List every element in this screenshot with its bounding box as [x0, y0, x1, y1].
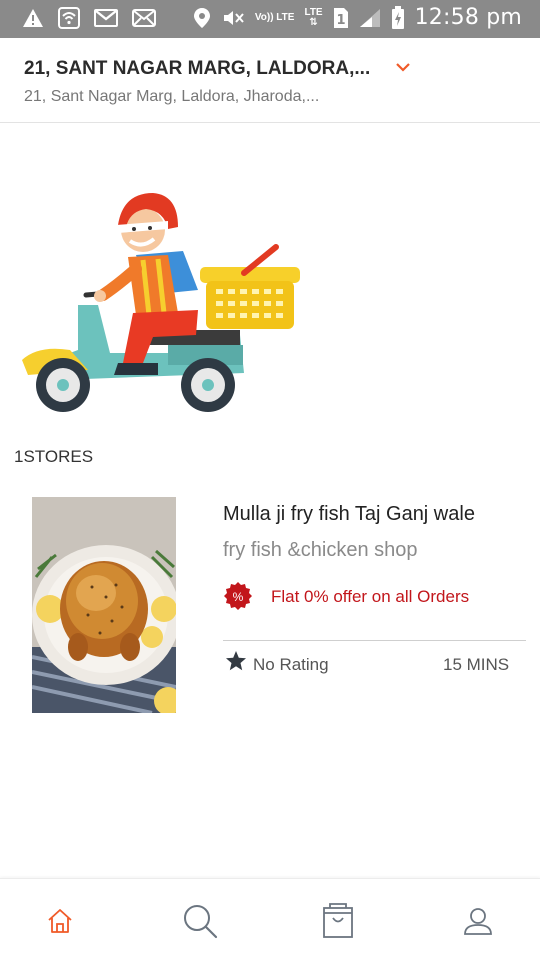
gmail-icon: [94, 8, 118, 28]
bottom-nav: [0, 878, 540, 960]
divider: [223, 640, 526, 641]
star-icon: [225, 650, 247, 677]
battery-charging-icon: [391, 5, 405, 30]
address-subtitle: 21, Sant Nagar Marg, Laldora, Jharoda,..…: [24, 88, 320, 105]
store-image[interactable]: [32, 497, 176, 713]
store-name[interactable]: Mulla ji fry fish Taj Ganj wale: [223, 503, 475, 526]
store-card[interactable]: Mulla ji fry fish Taj Ganj wale fry fish…: [0, 490, 540, 720]
address-selector[interactable]: 21, SANT NAGAR MARG, LALDORA,... 21, San…: [0, 38, 540, 123]
warning-icon: [22, 8, 44, 28]
offer-badge-icon: %: [223, 581, 253, 611]
search-icon[interactable]: [180, 901, 220, 941]
home-icon[interactable]: [40, 901, 80, 941]
offer-text: Flat 0% offer on all Orders: [271, 587, 470, 606]
delivery-time: 15 MINS: [443, 655, 510, 674]
mail-icon: [132, 8, 156, 28]
volte-icon: Vo)) LTE: [254, 11, 295, 23]
address-title[interactable]: 21, SANT NAGAR MARG, LALDORA,...: [24, 58, 370, 80]
chevron-down-icon[interactable]: [395, 60, 411, 78]
store-category: fry fish &chicken shop: [223, 539, 418, 561]
status-bar: Vo)) LTE LTE ⇅ 1 12:58 pm: [0, 0, 540, 38]
delivery-scooter-illustration: [18, 185, 308, 415]
svg-text:1: 1: [336, 13, 345, 28]
sim-icon: 1: [333, 7, 349, 29]
stores-count: 1STORES: [14, 447, 94, 466]
wifi-icon: [58, 7, 80, 29]
bag-icon[interactable]: [318, 901, 358, 941]
mute-icon: [221, 8, 245, 28]
svg-text:%: %: [233, 590, 244, 604]
location-icon: [193, 7, 211, 29]
signal-icon: [359, 8, 381, 28]
lte-icon: LTE ⇅: [304, 6, 323, 28]
rating-text: No Rating: [253, 655, 329, 674]
profile-icon[interactable]: [458, 901, 498, 941]
status-time: 12:58 pm: [414, 5, 522, 30]
